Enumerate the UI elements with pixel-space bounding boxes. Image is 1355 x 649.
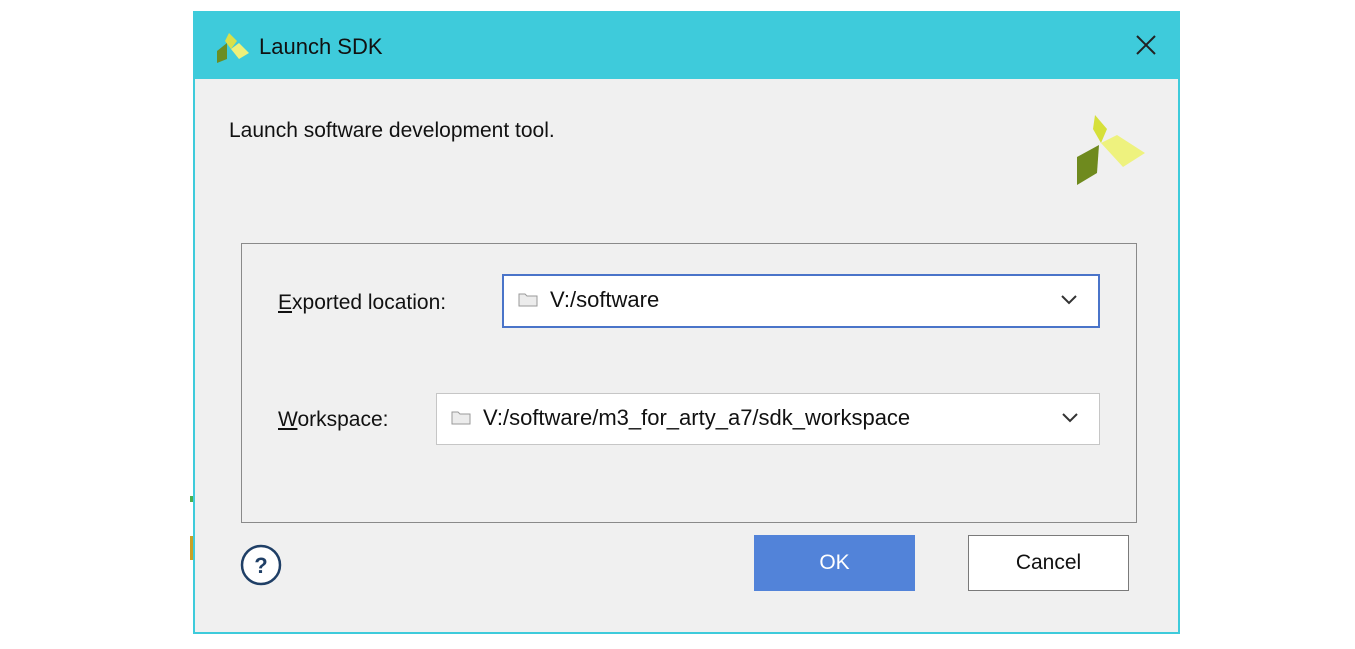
ok-button[interactable]: OK (754, 535, 915, 591)
help-icon: ? (254, 553, 267, 578)
workspace-value: V:/software/m3_for_arty_a7/sdk_workspace (483, 405, 911, 430)
exported-location-value: V:/software (550, 287, 660, 312)
workspace-label: Workspace: (278, 408, 389, 431)
window-title: Launch SDK (259, 34, 383, 59)
workspace-combo[interactable]: V:/software/m3_for_arty_a7/sdk_workspace (436, 393, 1100, 445)
cancel-button[interactable]: Cancel (968, 535, 1129, 591)
xilinx-logo-icon (217, 33, 249, 63)
xilinx-logo (1077, 115, 1145, 185)
chevron-down-icon[interactable] (1061, 412, 1079, 424)
folder-icon (451, 411, 471, 425)
settings-group: Exported location: V:/software Workspace… (241, 243, 1137, 523)
folder-icon (518, 293, 538, 307)
exported-location-combo[interactable]: V:/software (502, 274, 1100, 328)
exported-location-label: Exported location: (278, 291, 447, 314)
title-bar[interactable]: Launch SDK (195, 13, 1178, 79)
close-icon[interactable] (1132, 31, 1160, 59)
chevron-down-icon[interactable] (1060, 294, 1078, 306)
dialog-description: Launch software development tool. (229, 119, 555, 142)
help-button[interactable]: ? (239, 543, 283, 587)
launch-sdk-dialog: Launch SDK Launch software development t… (193, 11, 1180, 634)
